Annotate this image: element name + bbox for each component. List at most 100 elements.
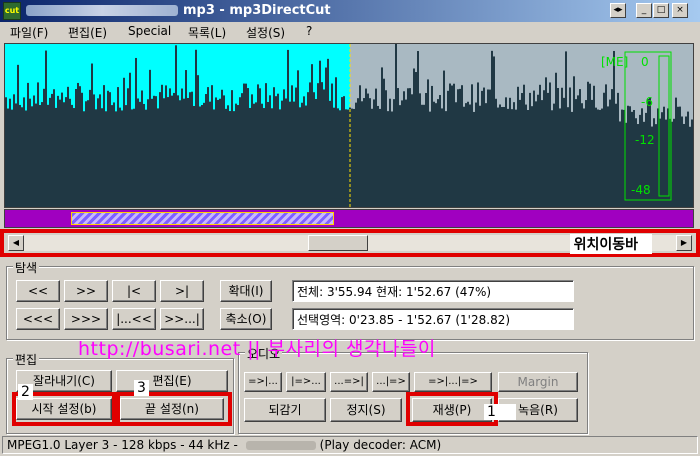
waveform-bar [169,88,171,207]
menu-settings[interactable]: 설정(S) [246,24,285,41]
status-decoder: (Play decoder: ACM) [319,438,442,452]
waveform-bar [593,85,595,207]
waveform-bar [93,94,95,207]
waveform-bar [71,104,73,207]
waveform-bar [363,98,365,207]
waveform-bar [219,98,221,207]
waveform-bar [407,88,409,207]
waveform-bar [451,85,453,207]
waveform-bar [529,92,531,207]
meter-label-48: -48 [631,183,651,197]
time-info-field: 전체: 3'55.94 현재: 1'52.67 (47%) [292,280,574,302]
nav-sel-start-button[interactable]: |...<< [112,308,156,330]
nav-forward-button[interactable]: >> [64,280,108,302]
waveform-bar [537,94,539,207]
waveform-bar [97,98,99,207]
scroll-thumb[interactable] [308,235,368,251]
waveform-bar [531,106,533,207]
waveform-bar [207,87,209,207]
menu-list[interactable]: 목록(L) [188,24,226,41]
waveform-bar [575,99,577,207]
waveform-bar [305,105,307,207]
waveform-bar [479,105,481,207]
nav-sel-end-button[interactable]: >>...| [160,308,204,330]
app-icon[interactable]: cut [3,2,21,20]
waveform-bar [607,106,609,207]
menu-edit[interactable]: 편집(E) [68,24,107,41]
margin-button[interactable]: Margin [498,372,578,392]
waveform-bar [503,106,505,207]
waveform-bar [369,98,371,207]
waveform-bar [475,102,477,207]
nav-fast-forward-button[interactable]: >>> [64,308,108,330]
waveform-bar [211,85,213,207]
play-to-cue-button[interactable]: =>|... [244,372,282,392]
waveform-bar [569,87,571,207]
waveform-bar [493,56,495,207]
waveform-bar [497,107,499,207]
selection-timeline[interactable] [4,209,694,228]
menu-help[interactable]: ? [306,24,312,38]
waveform-bar [383,78,385,207]
stop-button[interactable]: 정지(S) [330,398,402,422]
menu-special[interactable]: Special [128,24,171,38]
waveform-bar [465,103,467,207]
waveform-display[interactable]: [ME] 0 -6 -12 -48 [4,43,694,208]
edit-button[interactable]: 편집(E) [116,370,228,392]
waveform-bar [453,83,455,207]
waveform-bar [525,104,527,207]
waveform-bar [21,107,23,207]
waveform-bar [411,94,413,207]
maximize-button[interactable]: □ [653,3,669,18]
zoom-out-button[interactable]: 축소(O) [220,308,272,330]
waveform-bar [553,103,555,207]
minimize-button[interactable]: _ [636,3,652,18]
position-bar-label: 위치이동바 [569,234,652,254]
position-scrollbar[interactable]: ◀ 위치이동바 ▶ [8,234,692,254]
waveform-bar [285,98,287,207]
waveform-bar [459,88,461,207]
waveform-bar [133,108,135,207]
nav-back-button[interactable]: << [16,280,60,302]
menu-file[interactable]: 파일(F) [10,24,48,41]
waveform-bar [339,110,341,207]
waveform-bar [613,50,615,207]
rewind-button[interactable]: 되감기 [244,398,326,422]
nav-end-button[interactable]: >| [160,280,204,302]
waveform-bar [307,92,309,207]
waveform-bar [691,119,693,207]
waveform-bar [239,97,241,207]
waveform-bar [621,109,623,207]
waveform-bar [251,94,253,207]
play-from-cue-button[interactable]: |=>... [286,372,326,392]
waveform-bar [75,89,77,207]
mp3directcut-window: cut mp3 - mp3DirectCut ◂▸ _ □ × 파일(F) 편집… [0,0,700,456]
waveform-bar [355,102,357,207]
zoom-in-button[interactable]: 확대(I) [220,280,272,302]
waveform-bar [293,101,295,207]
scroll-right-arrow-icon[interactable]: ▶ [676,235,692,251]
scroll-left-arrow-icon[interactable]: ◀ [8,235,24,251]
close-button[interactable]: × [672,3,688,18]
waveform-bar [619,121,621,207]
scroll-title-icon[interactable]: ◂▸ [610,3,626,18]
waveform-bar [147,99,149,207]
play-end-at-cue-button[interactable]: ...=>| [330,372,368,392]
waveform-bar [541,100,543,207]
waveform-bar [509,97,511,207]
waveform-bar [441,108,443,207]
waveform-bar [381,67,383,207]
waveform-bar [121,110,123,207]
title-bar[interactable]: cut mp3 - mp3DirectCut ◂▸ _ □ × [0,0,700,22]
waveform-bar [53,89,55,207]
nav-fast-back-button[interactable]: <<< [16,308,60,330]
play-around-cue-button[interactable]: =>|...|=> [414,372,492,392]
waveform-canvas[interactable]: [ME] 0 -6 -12 -48 [5,44,693,207]
waveform-bar [225,108,227,207]
window-title: mp3 - mp3DirectCut [183,3,331,18]
selection-range[interactable] [71,212,334,225]
waveform-bar [145,109,147,207]
waveform-bar [379,108,381,207]
play-after-cue-button[interactable]: ...|=> [372,372,410,392]
nav-start-button[interactable]: |< [112,280,156,302]
